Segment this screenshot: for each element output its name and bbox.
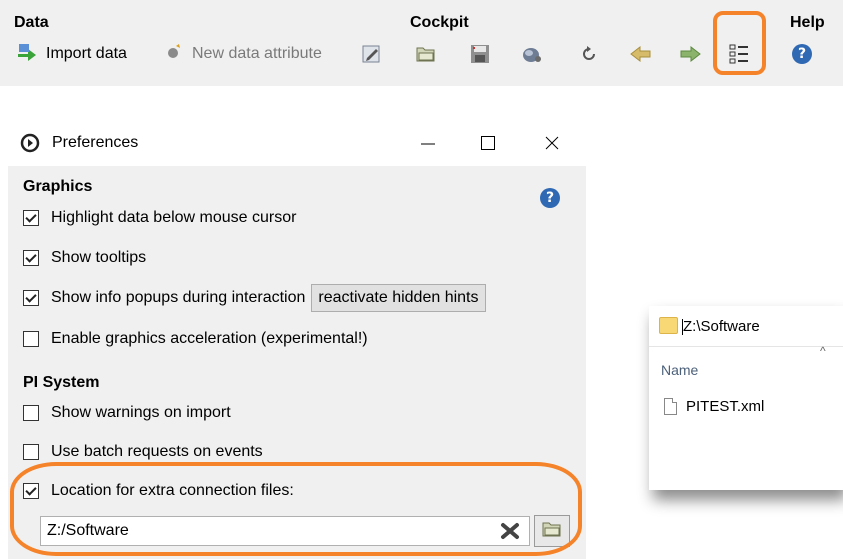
reactivate-hints-button[interactable]: reactivate hidden hints <box>311 284 486 312</box>
preferences-window: Preferences Graphics ? Highlight data be… <box>8 120 586 559</box>
window-title: Preferences <box>52 134 139 151</box>
new-data-attribute-label: New data attribute <box>192 45 322 62</box>
group-label-help: Help <box>790 14 825 31</box>
list-item[interactable]: PITEST.xml <box>664 398 764 415</box>
save-icon[interactable] <box>466 40 494 68</box>
warnings-import-checkbox[interactable] <box>23 405 39 421</box>
group-label-cockpit: Cockpit <box>410 14 469 31</box>
sort-chevron-icon: ^ <box>820 344 826 358</box>
show-tooltips-label: Show tooltips <box>51 249 147 266</box>
preferences-highlight-box <box>713 11 766 75</box>
file-explorer-pane: Z:\Software ^ Name PITEST.xml <box>649 306 843 490</box>
app-logo-icon <box>20 133 40 157</box>
warnings-import-label: Show warnings on import <box>51 404 231 421</box>
attribute-icon <box>164 42 184 67</box>
open-folder-icon[interactable] <box>412 40 440 68</box>
highlight-data-checkbox[interactable] <box>23 210 39 226</box>
warnings-import-checkbox-row[interactable]: Show warnings on import <box>23 400 231 426</box>
info-popups-checkbox[interactable] <box>23 290 39 306</box>
title-bar: Preferences <box>8 120 586 166</box>
minimize-button[interactable] <box>408 128 448 158</box>
undo-icon[interactable] <box>575 40 603 68</box>
name-column-header[interactable]: Name <box>661 362 698 378</box>
highlight-data-checkbox-row[interactable]: Highlight data below mouse cursor <box>23 205 296 231</box>
batch-requests-label: Use batch requests on events <box>51 443 263 460</box>
address-path[interactable]: Z:\Software <box>682 318 760 335</box>
batch-requests-checkbox[interactable] <box>23 444 39 460</box>
info-popups-checkbox-row[interactable]: Show info popups during interaction reac… <box>23 284 486 312</box>
back-arrow-icon[interactable] <box>627 40 655 68</box>
group-label-data: Data <box>14 14 49 31</box>
help-icon[interactable]: ? <box>792 44 812 64</box>
import-data-button[interactable]: Import data <box>16 40 127 68</box>
ribbon-toolbar: Data Cockpit Help Import data New data a… <box>0 0 843 86</box>
help-icon[interactable]: ? <box>540 188 560 208</box>
maximize-button[interactable] <box>468 128 508 158</box>
file-icon <box>664 398 677 415</box>
highlight-data-label: Highlight data below mouse cursor <box>51 209 297 226</box>
graphics-section-title: Graphics <box>23 178 93 195</box>
info-popups-label: Show info popups during interaction <box>51 289 306 306</box>
graphics-accel-checkbox-row[interactable]: Enable graphics acceleration (experiment… <box>23 326 368 352</box>
show-tooltips-checkbox-row[interactable]: Show tooltips <box>23 245 146 271</box>
graphics-accel-label: Enable graphics acceleration (experiment… <box>51 330 368 347</box>
connection-location-highlight <box>10 462 582 556</box>
show-tooltips-checkbox[interactable] <box>23 250 39 266</box>
new-data-attribute-button[interactable]: New data attribute <box>164 40 322 68</box>
import-data-label: Import data <box>46 45 127 62</box>
graphics-accel-checkbox[interactable] <box>23 331 39 347</box>
edit-icon[interactable] <box>358 40 386 68</box>
file-name: PITEST.xml <box>686 398 765 415</box>
forward-arrow-icon[interactable] <box>676 40 704 68</box>
pi-system-section-title: PI System <box>23 374 100 391</box>
folder-icon <box>659 317 678 334</box>
import-arrow-icon <box>16 42 38 67</box>
close-button[interactable] <box>532 128 572 158</box>
address-bar[interactable]: Z:\Software <box>649 306 843 347</box>
cube-icon[interactable] <box>518 40 546 68</box>
